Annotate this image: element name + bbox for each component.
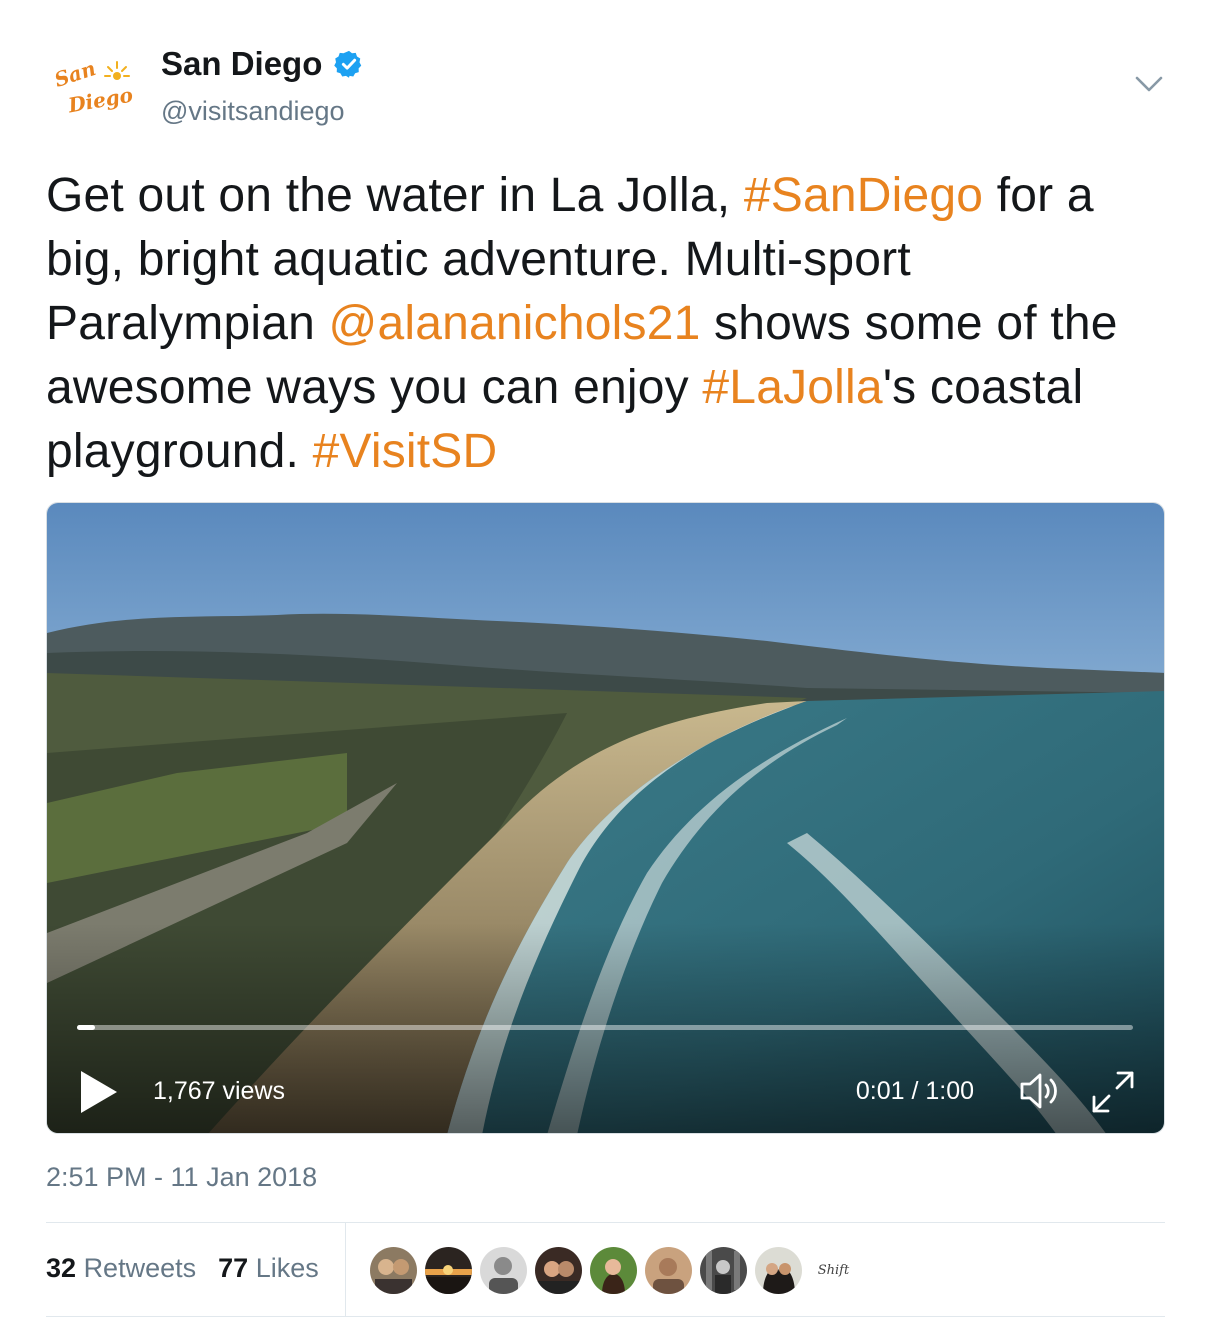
video-player[interactable]: 1,767 views 0:01 / 1:00 [46,502,1165,1134]
divider [46,1316,1165,1317]
video-progress-bar[interactable] [77,1025,1133,1030]
liker-avatars: Shift [370,1247,857,1294]
logo-text-san: San [51,56,99,92]
retweets-label: Retweets [83,1253,197,1283]
tweet-link[interactable]: #VisitSD [313,425,498,478]
play-icon[interactable] [77,1068,121,1116]
logo-text-diego: Diego [66,82,135,118]
likes-label: Likes [255,1253,319,1283]
verified-badge-icon [334,50,362,78]
retweets-count: 32 [46,1253,77,1283]
view-count: 1,767 views [153,1077,286,1105]
liker-avatar[interactable] [590,1247,637,1294]
likes-count: 77 [218,1253,249,1283]
san-diego-logo: San Diego [46,50,142,120]
liker-avatar[interactable] [480,1247,527,1294]
video-time: 0:01 / 1:00 [855,1077,974,1105]
volume-icon[interactable] [1018,1069,1066,1113]
tweet-header: San Diego San Diego @visitsandiego [46,40,1166,130]
tweet-link[interactable]: #SanDiego [744,169,983,222]
fullscreen-icon[interactable] [1090,1069,1136,1115]
tweet-stats: 32 Retweets 77 Likes [46,1253,319,1284]
profile-avatar[interactable]: San Diego [46,50,142,120]
liker-avatar[interactable] [370,1247,417,1294]
tweet-text-segment: Get out on the water in La Jolla, [46,169,744,222]
liker-avatar-shift[interactable]: Shift [810,1247,857,1294]
liker-avatar[interactable] [425,1247,472,1294]
sun-icon [104,61,130,80]
name-line: San Diego [161,45,364,83]
tweet-link[interactable]: #LaJolla [702,361,882,414]
liker-avatar[interactable] [755,1247,802,1294]
liker-avatar[interactable] [645,1247,692,1294]
retweets-stat[interactable]: 32 Retweets [46,1253,196,1284]
user-handle[interactable]: @visitsandiego [161,96,345,127]
tweet-text: Get out on the water in La Jolla, #SanDi… [46,164,1156,484]
video-frame-beach [47,503,1164,1133]
tweet-link[interactable]: @alananichols21 [329,297,701,350]
display-name[interactable]: San Diego [161,45,322,83]
chevron-down-icon[interactable] [1132,68,1166,98]
liker-avatar[interactable] [700,1247,747,1294]
likes-stat[interactable]: 77 Likes [218,1253,319,1284]
stats-divider [345,1223,346,1316]
tweet-timestamp[interactable]: 2:51 PM - 11 Jan 2018 [46,1162,317,1193]
video-progress-fill [77,1025,95,1030]
liker-avatar[interactable] [535,1247,582,1294]
divider [46,1222,1165,1223]
